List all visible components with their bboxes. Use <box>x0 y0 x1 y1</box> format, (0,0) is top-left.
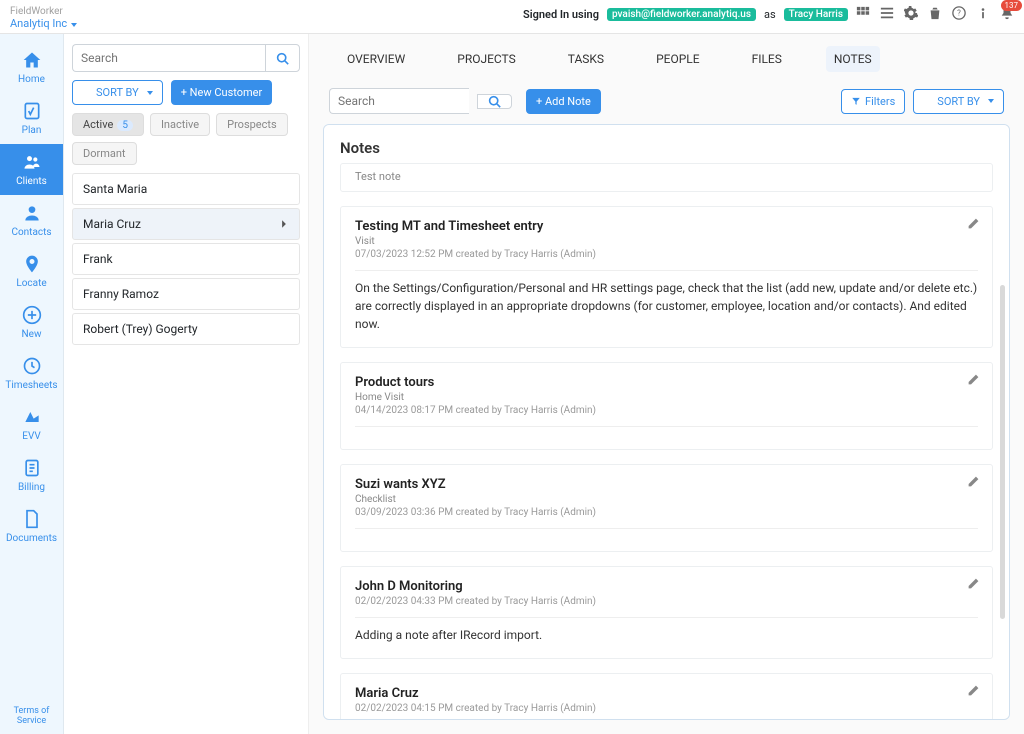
note-title: Product tours <box>355 375 978 390</box>
filter-prospects[interactable]: Prospects <box>216 113 288 136</box>
sidebar-item-contacts[interactable]: Contacts <box>0 195 63 246</box>
note-body: Adding a note after IRecord import. <box>355 626 978 644</box>
client-list: Santa Maria Maria Cruz Frank Franny Ramo… <box>72 173 300 345</box>
edit-icon[interactable] <box>967 577 980 594</box>
filter-inactive[interactable]: Inactive <box>150 113 210 136</box>
sidebar-item-clients[interactable]: Clients <box>0 144 63 195</box>
client-row[interactable]: Frank <box>72 243 300 275</box>
sidebar: Home Plan Clients Contacts Locate New Ti… <box>0 34 64 734</box>
tab-tasks[interactable]: TASKS <box>560 46 612 72</box>
clients-search-button[interactable] <box>265 44 300 72</box>
user-name-badge: Tracy Harris <box>784 8 848 21</box>
chevron-right-icon <box>279 219 289 229</box>
client-row[interactable]: Santa Maria <box>72 173 300 205</box>
new-customer-button[interactable]: + New Customer <box>171 80 273 105</box>
edit-icon[interactable] <box>967 373 980 390</box>
notes-sort-button[interactable]: SORT BY <box>913 89 1004 114</box>
scrollbar[interactable] <box>1000 285 1005 619</box>
gear-icon[interactable] <box>904 6 918 23</box>
help-icon[interactable]: ? <box>952 6 966 23</box>
sidebar-item-timesheets[interactable]: Timesheets <box>0 348 63 399</box>
tab-overview[interactable]: OVERVIEW <box>339 46 413 72</box>
sidebar-item-locate[interactable]: Locate <box>0 246 63 297</box>
note-body: On the Settings/Configuration/Personal a… <box>355 279 978 333</box>
user-email-badge: pvaish@fieldworker.analytiq.us <box>607 8 756 21</box>
brand: FieldWorker Analytiq Inc <box>10 6 77 30</box>
trash-icon[interactable] <box>928 6 942 23</box>
note-meta: 03/09/2023 03:36 PM created by Tracy Har… <box>355 507 978 518</box>
sidebar-item-new[interactable]: New <box>0 297 63 348</box>
note-meta: 02/02/2023 04:33 PM created by Tracy Har… <box>355 596 978 607</box>
partial-note: Test note <box>340 163 993 192</box>
edit-icon[interactable] <box>967 475 980 492</box>
info-icon[interactable] <box>976 6 990 23</box>
clients-search-input[interactable] <box>72 44 265 72</box>
top-right: Signed In using pvaish@fieldworker.analy… <box>523 6 1014 23</box>
tab-people[interactable]: PEOPLE <box>648 46 708 72</box>
clients-search-row <box>72 44 300 72</box>
note-title: Testing MT and Timesheet entry <box>355 219 978 234</box>
note-card: Product tours Home Visit 04/14/2023 08:1… <box>340 362 993 450</box>
terms-of-service-link[interactable]: Terms of Service <box>0 698 63 734</box>
note-card: John D Monitoring 02/02/2023 04:33 PM cr… <box>340 566 993 659</box>
brand-name: FieldWorker <box>10 6 77 17</box>
list-icon[interactable] <box>880 6 894 23</box>
main-pane: OVERVIEW PROJECTS TASKS PEOPLE FILES NOT… <box>309 34 1024 734</box>
note-meta: 04/14/2023 08:17 PM created by Tracy Har… <box>355 405 978 416</box>
note-title: Maria Cruz <box>355 686 978 701</box>
note-card: Maria Cruz 02/02/2023 04:15 PM created b… <box>340 673 993 720</box>
sidebar-item-evv[interactable]: EVV <box>0 399 63 450</box>
note-category: Visit <box>355 236 978 247</box>
note-category: Home Visit <box>355 392 978 403</box>
add-note-button[interactable]: + Add Note <box>526 89 601 114</box>
note-title: John D Monitoring <box>355 579 978 594</box>
note-card: Suzi wants XYZ Checklist 03/09/2023 03:3… <box>340 464 993 552</box>
notes-search-input[interactable] <box>329 88 469 114</box>
signed-in-label: Signed In using <box>523 8 599 21</box>
tab-notes[interactable]: NOTES <box>826 46 880 72</box>
sidebar-item-plan[interactable]: Plan <box>0 93 63 144</box>
note-card: Testing MT and Timesheet entry Visit 07/… <box>340 206 993 348</box>
sidebar-item-billing[interactable]: Billing <box>0 450 63 501</box>
as-label: as <box>764 8 776 21</box>
notification-icon[interactable]: 137 <box>1000 6 1014 23</box>
company-dropdown[interactable]: Analytiq Inc <box>10 17 77 30</box>
notes-search-button[interactable] <box>477 94 512 109</box>
clients-pane: SORT BY + New Customer Active5 Inactive … <box>64 34 309 734</box>
note-meta: 07/03/2023 12:52 PM created by Tracy Har… <box>355 249 978 260</box>
edit-icon[interactable] <box>967 684 980 701</box>
sidebar-item-documents[interactable]: Documents <box>0 501 63 552</box>
note-title: Suzi wants XYZ <box>355 477 978 492</box>
note-meta: 02/02/2023 04:15 PM created by Tracy Har… <box>355 703 978 714</box>
notification-count: 137 <box>1001 0 1023 11</box>
top-icons: ? 137 <box>856 6 1014 23</box>
grid-icon[interactable] <box>856 6 870 23</box>
notes-panel: Notes Test note Testing MT and Timesheet… <box>323 124 1010 720</box>
sidebar-item-home[interactable]: Home <box>0 42 63 93</box>
clients-sort-button[interactable]: SORT BY <box>72 80 163 105</box>
tabs: OVERVIEW PROJECTS TASKS PEOPLE FILES NOT… <box>309 34 1024 82</box>
client-filter-pills: Active5 Inactive Prospects Dormant <box>72 113 300 165</box>
notes-toolbar: + Add Note Filters SORT BY <box>309 82 1024 124</box>
filter-dormant[interactable]: Dormant <box>72 142 137 165</box>
client-row[interactable]: Franny Ramoz <box>72 278 300 310</box>
filters-button[interactable]: Filters <box>841 89 905 114</box>
svg-text:?: ? <box>957 9 961 18</box>
filter-active[interactable]: Active5 <box>72 113 144 136</box>
tab-projects[interactable]: PROJECTS <box>449 46 524 72</box>
tab-files[interactable]: FILES <box>744 46 790 72</box>
note-category: Checklist <box>355 494 978 505</box>
client-row[interactable]: Robert (Trey) Gogerty <box>72 313 300 345</box>
top-bar: FieldWorker Analytiq Inc Signed In using… <box>0 0 1024 34</box>
client-row[interactable]: Maria Cruz <box>72 208 300 240</box>
edit-icon[interactable] <box>967 217 980 234</box>
notes-title: Notes <box>340 139 993 157</box>
